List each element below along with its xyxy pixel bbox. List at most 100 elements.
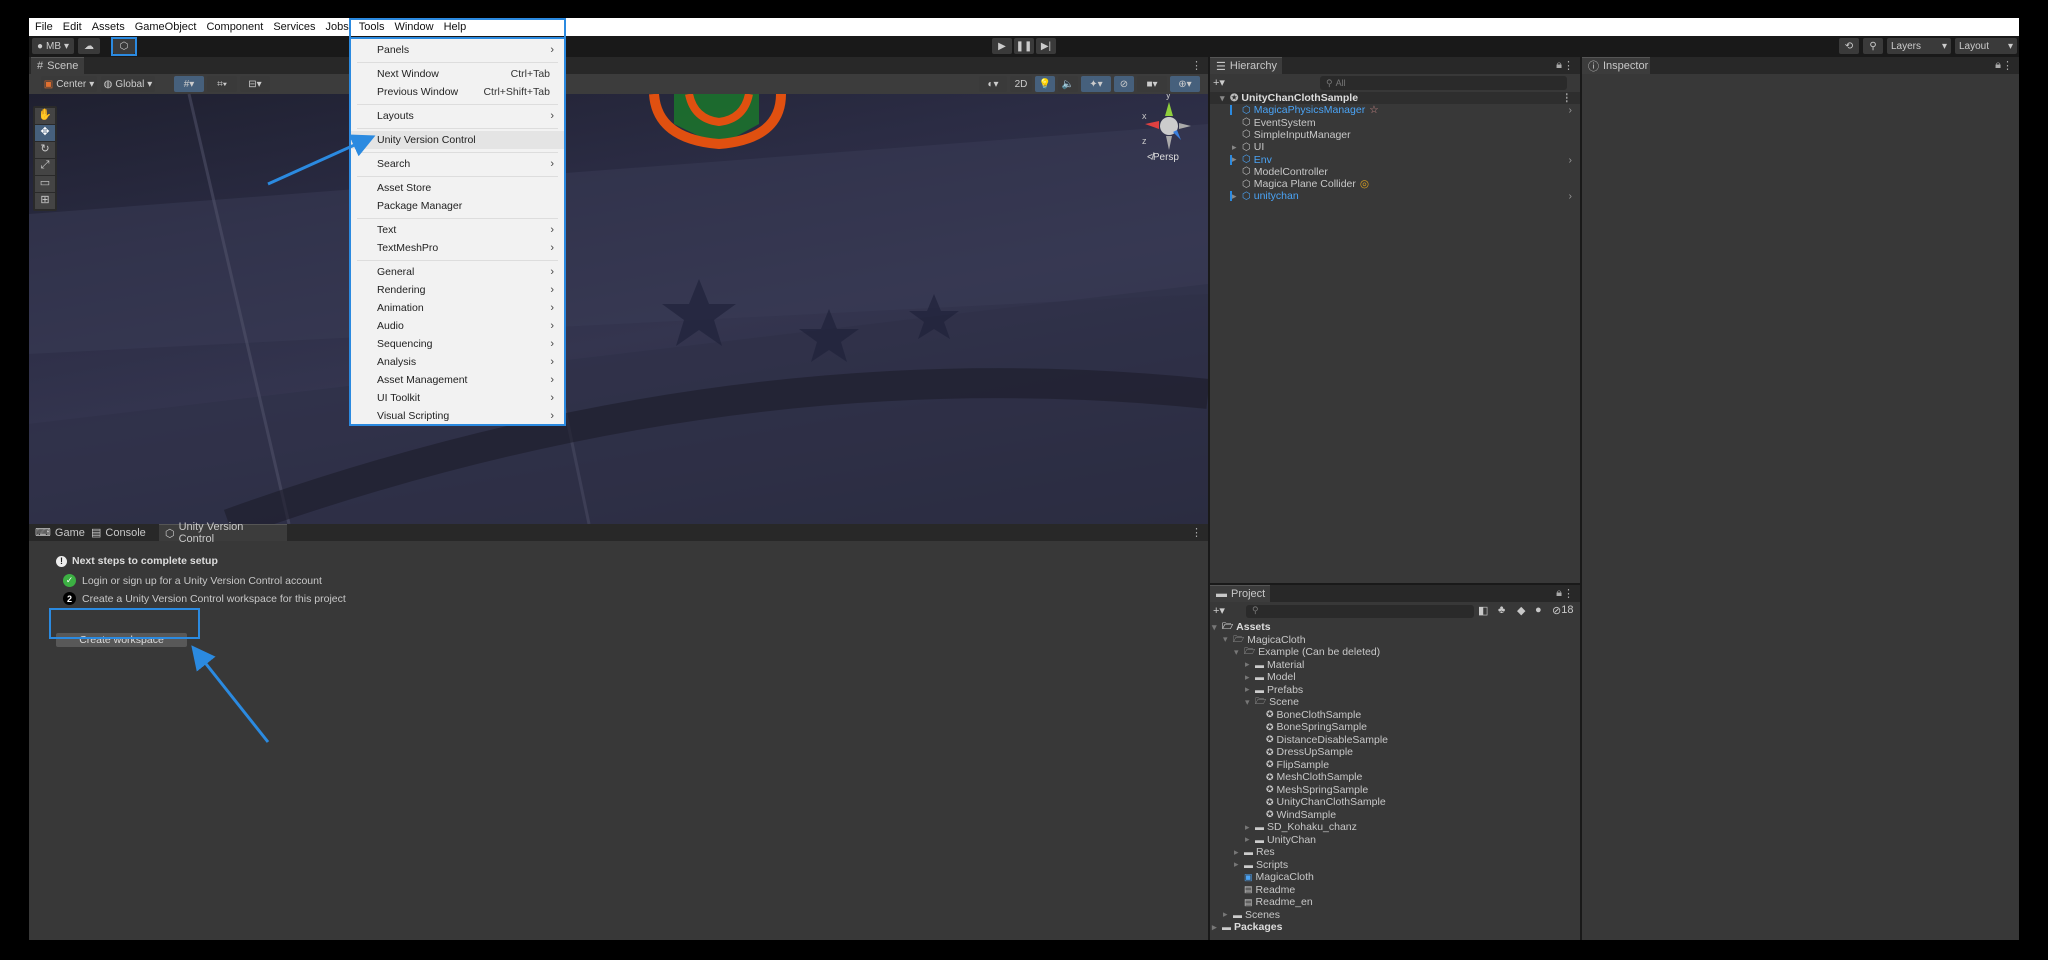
- audio-toggle[interactable]: 🔈: [1058, 76, 1078, 92]
- expand-arrow-icon[interactable]: ▸: [1212, 922, 1222, 933]
- panel-menu-icon[interactable]: ⋮: [1563, 587, 1574, 600]
- project-item[interactable]: ▸ ▬ Packages: [1210, 921, 1282, 933]
- step-button[interactable]: ▶|: [1036, 38, 1056, 54]
- lock-icon[interactable]: 🔒︎: [1995, 59, 2001, 72]
- project-item[interactable]: ✪ DistanceDisableSample: [1210, 734, 1388, 746]
- project-item[interactable]: ▤ Readme_en: [1210, 896, 1313, 908]
- camera-dropdown[interactable]: ■▾: [1137, 76, 1167, 92]
- orientation-gizmo[interactable]: y x z: [1139, 94, 1199, 156]
- project-item[interactable]: ▸ ▬ SD_Kohaku_chanz: [1210, 821, 1357, 833]
- project-item[interactable]: ▣ MagicaCloth: [1210, 871, 1314, 883]
- project-item[interactable]: ▸ ▬ UnityChan: [1210, 834, 1316, 846]
- expand-arrow-icon[interactable]: ▾: [1245, 697, 1255, 708]
- project-item[interactable]: ▾ 🗁 Example (Can be deleted): [1210, 646, 1380, 658]
- folder-icon: ▬: [1255, 822, 1264, 832]
- panel-menu-icon[interactable]: ⋮: [1191, 526, 1202, 539]
- expand-arrow-icon[interactable]: ▸: [1232, 154, 1242, 165]
- play-button[interactable]: ▶: [992, 38, 1012, 54]
- scene-menu-icon[interactable]: ⋮: [1562, 92, 1573, 104]
- chevron-down-icon: ▾: [1941, 40, 1947, 52]
- expand-arrow-icon[interactable]: ▸: [1245, 822, 1255, 833]
- panel-menu-icon[interactable]: ⋮: [1191, 59, 1202, 72]
- prefab-override-bar: [1230, 191, 1232, 202]
- hierarchy-item[interactable]: ▸ ⬡ Env ›: [1210, 154, 1580, 166]
- create-asset-button[interactable]: +▾: [1213, 604, 1225, 617]
- project-item[interactable]: ✪ BoneClothSample: [1210, 709, 1361, 721]
- expand-arrow-icon[interactable]: ▸: [1234, 847, 1244, 858]
- expand-arrow-icon[interactable]: ▸: [1234, 859, 1244, 870]
- project-item[interactable]: ▸ ▬ Material: [1210, 659, 1304, 671]
- project-item[interactable]: ✪ MeshClothSample: [1210, 771, 1362, 783]
- expand-arrow-icon[interactable]: ▸: [1232, 191, 1242, 202]
- expand-arrow-icon[interactable]: ▾: [1212, 622, 1222, 633]
- project-item[interactable]: ▸ ▬ Scenes: [1210, 909, 1280, 921]
- hidden-packages-toggle[interactable]: ⊘ 18: [1552, 604, 1573, 617]
- list-icon: ☰: [1216, 60, 1226, 73]
- shading-mode-button[interactable]: ◐▾: [979, 76, 1007, 92]
- expand-arrow-icon[interactable]: ▾: [1220, 93, 1230, 104]
- search-by-type-icon[interactable]: ◧: [1478, 604, 1488, 617]
- axis-gizmo-icon: [1145, 102, 1191, 150]
- create-button[interactable]: +▾: [1213, 76, 1225, 89]
- hierarchy-item[interactable]: ⬡ MagicaPhysicsManager ☆ ›: [1210, 104, 1580, 116]
- gizmos-dropdown[interactable]: ⊕▾: [1170, 76, 1200, 92]
- expand-arrow-icon[interactable]: ▸: [1232, 142, 1242, 153]
- layers-dropdown[interactable]: Layers ▾: [1887, 38, 1951, 54]
- expand-arrow-icon[interactable]: ▸: [1223, 909, 1233, 920]
- hierarchy-search-input[interactable]: ⚲ All: [1320, 76, 1567, 90]
- hierarchy-item[interactable]: ▸ ⬡ UI: [1210, 141, 1580, 153]
- expand-arrow-icon[interactable]: ▸: [1245, 672, 1255, 683]
- filter-by-label-icon[interactable]: ◆: [1517, 604, 1525, 617]
- chevron-right-icon[interactable]: ›: [1569, 104, 1573, 116]
- tab-inspector[interactable]: ⓘ Inspector: [1582, 57, 1650, 74]
- expand-arrow-icon[interactable]: ▸: [1245, 684, 1255, 695]
- lighting-toggle[interactable]: 💡: [1035, 76, 1055, 92]
- project-item[interactable]: ▸ ▬ Model: [1210, 671, 1296, 683]
- hierarchy-item[interactable]: ⬡ SimpleInputManager: [1210, 129, 1580, 141]
- hierarchy-item[interactable]: ⬡ ModelController: [1210, 166, 1580, 178]
- tab-hierarchy[interactable]: ☰ Hierarchy: [1210, 57, 1282, 74]
- hierarchy-item[interactable]: ⬡ Magica Plane Collider ◎: [1210, 178, 1580, 190]
- hierarchy-item[interactable]: ▾ ✪ UnityChanClothSample ⋮: [1210, 92, 1580, 104]
- history-button[interactable]: ⟲: [1839, 38, 1859, 54]
- chevron-right-icon[interactable]: ›: [1569, 154, 1573, 166]
- project-item[interactable]: ▸ ▬ Scripts: [1210, 859, 1288, 871]
- filter-by-type-icon[interactable]: ♣: [1498, 604, 1505, 616]
- project-item[interactable]: ✪ MeshSpringSample: [1210, 784, 1368, 796]
- unity-editor-window: File Edit Assets GameObject Component Service…: [29, 18, 2019, 940]
- play-icon: ▶: [998, 40, 1006, 52]
- project-item[interactable]: ✪ BoneSpringSample: [1210, 721, 1367, 733]
- project-item[interactable]: ▸ ▬ Res: [1210, 846, 1275, 858]
- search-button[interactable]: ⚲: [1863, 38, 1883, 54]
- effects-dropdown[interactable]: ✦▾: [1081, 76, 1111, 92]
- panel-menu-icon[interactable]: ⋮: [1563, 59, 1574, 72]
- chevron-right-icon[interactable]: ›: [1569, 190, 1573, 202]
- hierarchy-item[interactable]: ⬡ EventSystem: [1210, 117, 1580, 129]
- panel-menu-icon[interactable]: ⋮: [2002, 59, 2013, 72]
- expand-arrow-icon[interactable]: ▸: [1245, 659, 1255, 670]
- expand-arrow-icon[interactable]: ▸: [1245, 834, 1255, 845]
- 2d-toggle[interactable]: 2D: [1010, 76, 1032, 92]
- project-search-input[interactable]: ⚲: [1246, 605, 1474, 618]
- project-item[interactable]: ✪ UnityChanClothSample: [1210, 796, 1386, 808]
- project-item[interactable]: ▾ 🗁 MagicaCloth: [1210, 634, 1306, 646]
- pause-button[interactable]: ❚❚: [1014, 38, 1034, 54]
- tab-project[interactable]: ▬ Project: [1210, 585, 1270, 602]
- project-item[interactable]: ✪ WindSample: [1210, 809, 1336, 821]
- expand-arrow-icon[interactable]: ▾: [1223, 634, 1233, 645]
- project-item[interactable]: ✪ FlipSample: [1210, 759, 1329, 771]
- folder-icon: ▬: [1244, 847, 1253, 857]
- expand-arrow-icon[interactable]: ▾: [1234, 647, 1244, 658]
- hidden-objects-toggle[interactable]: ⊘: [1114, 76, 1134, 92]
- gameobject-icon: ⬡: [1242, 129, 1251, 141]
- project-item[interactable]: ✪ DressUpSample: [1210, 746, 1353, 758]
- project-item[interactable]: ▾ 🗁 Scene: [1210, 696, 1299, 708]
- project-item[interactable]: ▤ Readme: [1210, 884, 1295, 896]
- hierarchy-item[interactable]: ▸ ⬡ unitychan ›: [1210, 190, 1580, 202]
- projection-toggle[interactable]: ≮Persp: [1147, 152, 1179, 163]
- lock-icon[interactable]: 🔒︎: [1556, 587, 1562, 600]
- warning-icon[interactable]: ●: [1535, 604, 1542, 616]
- layout-dropdown[interactable]: Layout ▾: [1955, 38, 2017, 54]
- unity-scene-icon: ✪: [1266, 759, 1274, 769]
- lock-icon[interactable]: 🔒︎: [1556, 59, 1562, 72]
